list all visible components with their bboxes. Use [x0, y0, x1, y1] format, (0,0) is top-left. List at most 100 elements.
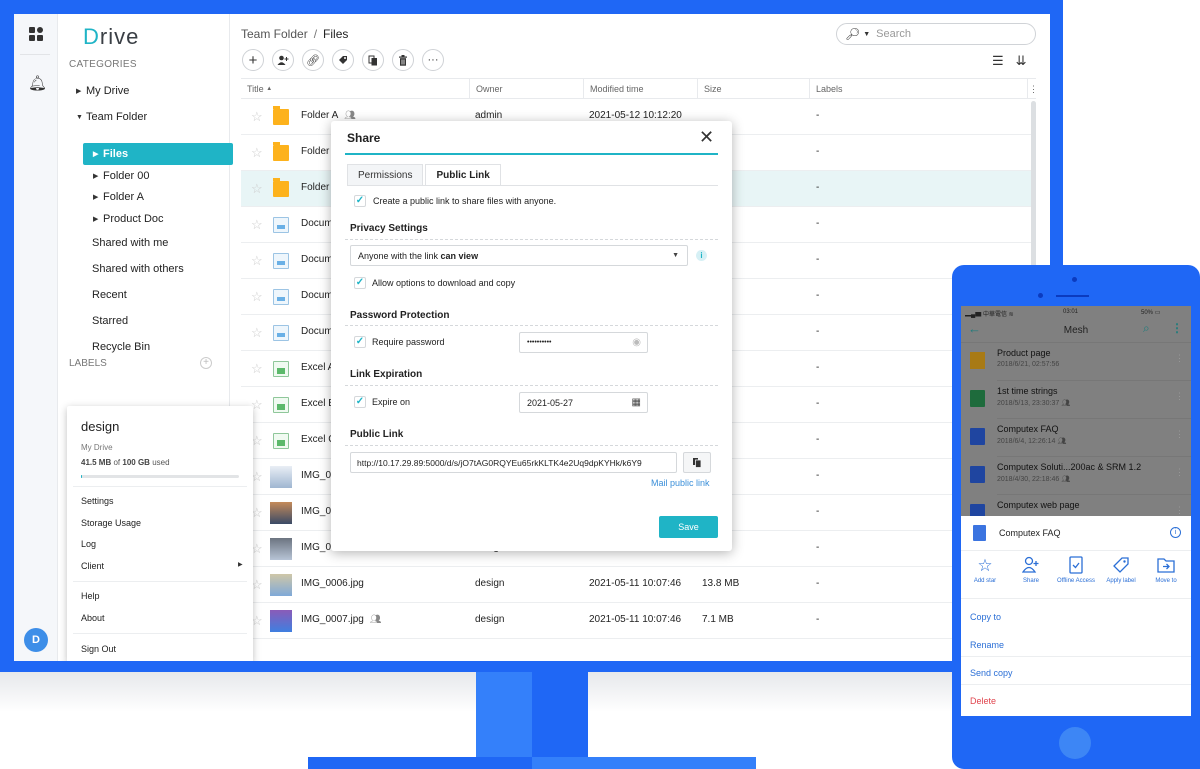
collapse-arrow-icon[interactable]: ▼ — [76, 114, 86, 121]
show-password-eye-icon[interactable]: ◉ — [632, 337, 641, 348]
sidebar-item-shared-with-others[interactable]: Shared with others — [92, 258, 184, 280]
delete-button[interactable] — [392, 49, 414, 71]
tab-permissions[interactable]: Permissions — [347, 164, 424, 186]
star-icon[interactable]: ☆ — [251, 217, 263, 233]
phone-list-item[interactable]: 1st time strings 2018/5/13, 23:30:37 👥︎ ⋮ — [961, 381, 1191, 419]
file-name[interactable]: IMG_0 — [301, 470, 331, 481]
expand-arrow-icon[interactable]: ▶ — [93, 150, 103, 158]
phone-item-more-icon[interactable]: ⋮ — [1175, 429, 1184, 440]
sort-icon[interactable]: ⇊ — [1016, 53, 1027, 69]
user-avatar[interactable]: D — [24, 628, 48, 652]
notification-bell-icon[interactable]: 🔔︎ — [28, 74, 47, 92]
star-icon[interactable]: ☆ — [251, 361, 263, 377]
share-button[interactable] — [272, 49, 294, 71]
file-name[interactable]: Docum — [301, 326, 333, 337]
file-name[interactable]: IMG_0006.jpg — [301, 578, 364, 589]
file-name[interactable]: Folder A 👥︎ — [301, 110, 356, 121]
star-icon[interactable]: ☆ — [251, 253, 263, 269]
phone-more-icon[interactable]: ⋮ — [1171, 321, 1183, 335]
column-modified-time[interactable]: Modified time — [584, 79, 698, 99]
list-view-icon[interactable]: ☰ — [992, 53, 1004, 69]
action-apply-label[interactable]: Apply label — [1099, 556, 1143, 586]
copy-link-button[interactable] — [683, 452, 711, 473]
search-input[interactable]: 🔎︎ ▼ Search — [836, 23, 1036, 45]
phone-list-item[interactable]: Computex Soluti...200ac & SRM 1.2 2018/4/… — [961, 457, 1191, 495]
column-owner[interactable]: Owner — [470, 79, 584, 99]
menu-send-copy[interactable]: Send copy — [970, 668, 1013, 678]
action-move-to[interactable]: Move to — [1144, 556, 1188, 586]
file-name[interactable]: Folder — [301, 146, 329, 157]
label-button[interactable] — [332, 49, 354, 71]
menu-item-sign-out[interactable]: Sign Out — [81, 644, 116, 654]
sidebar-item-product-doc[interactable]: ▶ Product Doc — [93, 208, 164, 230]
file-name[interactable]: Docum — [301, 218, 333, 229]
sidebar-item-folder-a[interactable]: ▶ Folder A — [93, 186, 144, 208]
column-size[interactable]: Size — [698, 79, 810, 99]
public-link-field[interactable]: http://10.17.29.89:5000/d/s/jO7tAG0RQYEu… — [350, 452, 677, 473]
phone-item-more-icon[interactable]: ⋮ — [1175, 391, 1184, 402]
search-icon[interactable]: 🔎︎ — [845, 27, 860, 41]
sidebar-item-my-drive[interactable]: ▶ My Drive — [76, 80, 129, 102]
expire-on-checkbox[interactable]: ✓ — [354, 396, 366, 408]
sidebar-item-team-folder[interactable]: ▼ Team Folder — [76, 106, 147, 128]
column-title[interactable]: Title ▲ — [241, 79, 470, 99]
expand-arrow-icon[interactable]: ▶ — [93, 193, 103, 201]
expand-arrow-icon[interactable]: ▶ — [93, 172, 103, 180]
menu-item-client[interactable]: Client — [81, 561, 104, 571]
column-menu-icon[interactable]: ⋮ — [1028, 79, 1038, 99]
menu-copy-to[interactable]: Copy to — [970, 612, 1001, 622]
link-button[interactable]: 🔗︎ — [302, 49, 324, 71]
file-name[interactable]: Excel B — [301, 398, 335, 409]
save-button[interactable]: Save — [659, 516, 718, 538]
menu-item-about[interactable]: About — [81, 613, 105, 623]
file-name[interactable]: Docum — [301, 290, 333, 301]
star-icon[interactable]: ☆ — [251, 181, 263, 197]
sidebar-item-starred[interactable]: Starred — [92, 310, 128, 332]
sidebar-item-folder-00[interactable]: ▶ Folder 00 — [93, 165, 149, 187]
action-add-star[interactable]: ☆ Add star — [963, 556, 1007, 586]
sidebar-item-recycle-bin[interactable]: Recycle Bin — [92, 336, 150, 358]
phone-search-icon[interactable]: ⌕ — [1143, 321, 1150, 336]
phone-item-more-icon[interactable]: ⋮ — [1175, 353, 1184, 364]
star-icon[interactable]: ☆ — [251, 289, 263, 305]
search-options-caret-icon[interactable]: ▼ — [863, 31, 870, 38]
file-name[interactable]: Docum — [301, 254, 333, 265]
add-label-icon[interactable]: + — [200, 357, 212, 369]
action-share[interactable]: Share — [1009, 556, 1053, 586]
table-row[interactable]: ☆ IMG_0006.jpg design 2021-05-11 10:07:46 13… — [241, 567, 1036, 603]
expire-date-field[interactable]: 2021-05-27 ▦ — [519, 392, 648, 413]
calendar-icon[interactable]: ▦ — [632, 397, 641, 408]
menu-item-help[interactable]: Help — [81, 591, 100, 601]
column-labels[interactable]: Labels — [810, 79, 1028, 99]
close-icon[interactable]: ✕ — [699, 128, 714, 146]
menu-delete[interactable]: Delete — [970, 696, 996, 706]
mail-public-link[interactable]: Mail public link — [651, 478, 710, 488]
menu-item-settings[interactable]: Settings — [81, 496, 114, 506]
create-link-checkbox[interactable]: ✓ — [354, 195, 366, 207]
password-field[interactable]: •••••••••• ◉ — [519, 332, 648, 353]
file-name[interactable]: IMG_0007.jpg 👥︎ — [301, 614, 381, 625]
menu-rename[interactable]: Rename — [970, 640, 1004, 650]
star-icon[interactable]: ☆ — [251, 145, 263, 161]
action-offline-access[interactable]: Offline Access — [1054, 556, 1098, 586]
more-button[interactable]: ··· — [422, 49, 444, 71]
menu-item-log[interactable]: Log — [81, 539, 96, 549]
phone-list-item[interactable]: Product page 2018/6/21, 02:57:56 ⋮ — [961, 343, 1191, 381]
menu-item-storage-usage[interactable]: Storage Usage — [81, 518, 141, 528]
file-name[interactable]: Folder — [301, 182, 329, 193]
add-button[interactable]: + — [242, 49, 264, 71]
info-icon[interactable]: i — [696, 250, 707, 261]
file-name[interactable]: Excel A — [301, 362, 334, 373]
star-icon[interactable]: ☆ — [251, 109, 263, 125]
require-password-checkbox[interactable]: ✓ — [354, 336, 366, 348]
phone-item-more-icon[interactable]: ⋮ — [1175, 505, 1184, 516]
copy-button[interactable] — [362, 49, 384, 71]
file-name[interactable]: IMG_0 — [301, 506, 331, 517]
privacy-select[interactable]: Anyone with the link can view ▼ — [350, 245, 688, 266]
expand-arrow-icon[interactable]: ▶ — [76, 87, 86, 95]
apps-icon[interactable] — [28, 26, 44, 42]
phone-home-button[interactable] — [1059, 727, 1091, 759]
table-row[interactable]: ☆ IMG_0007.jpg 👥︎ design 2021-05-11 10:07:46… — [241, 603, 1036, 639]
allow-download-checkbox[interactable]: ✓ — [354, 277, 366, 289]
file-info-icon[interactable]: i — [1170, 527, 1181, 538]
